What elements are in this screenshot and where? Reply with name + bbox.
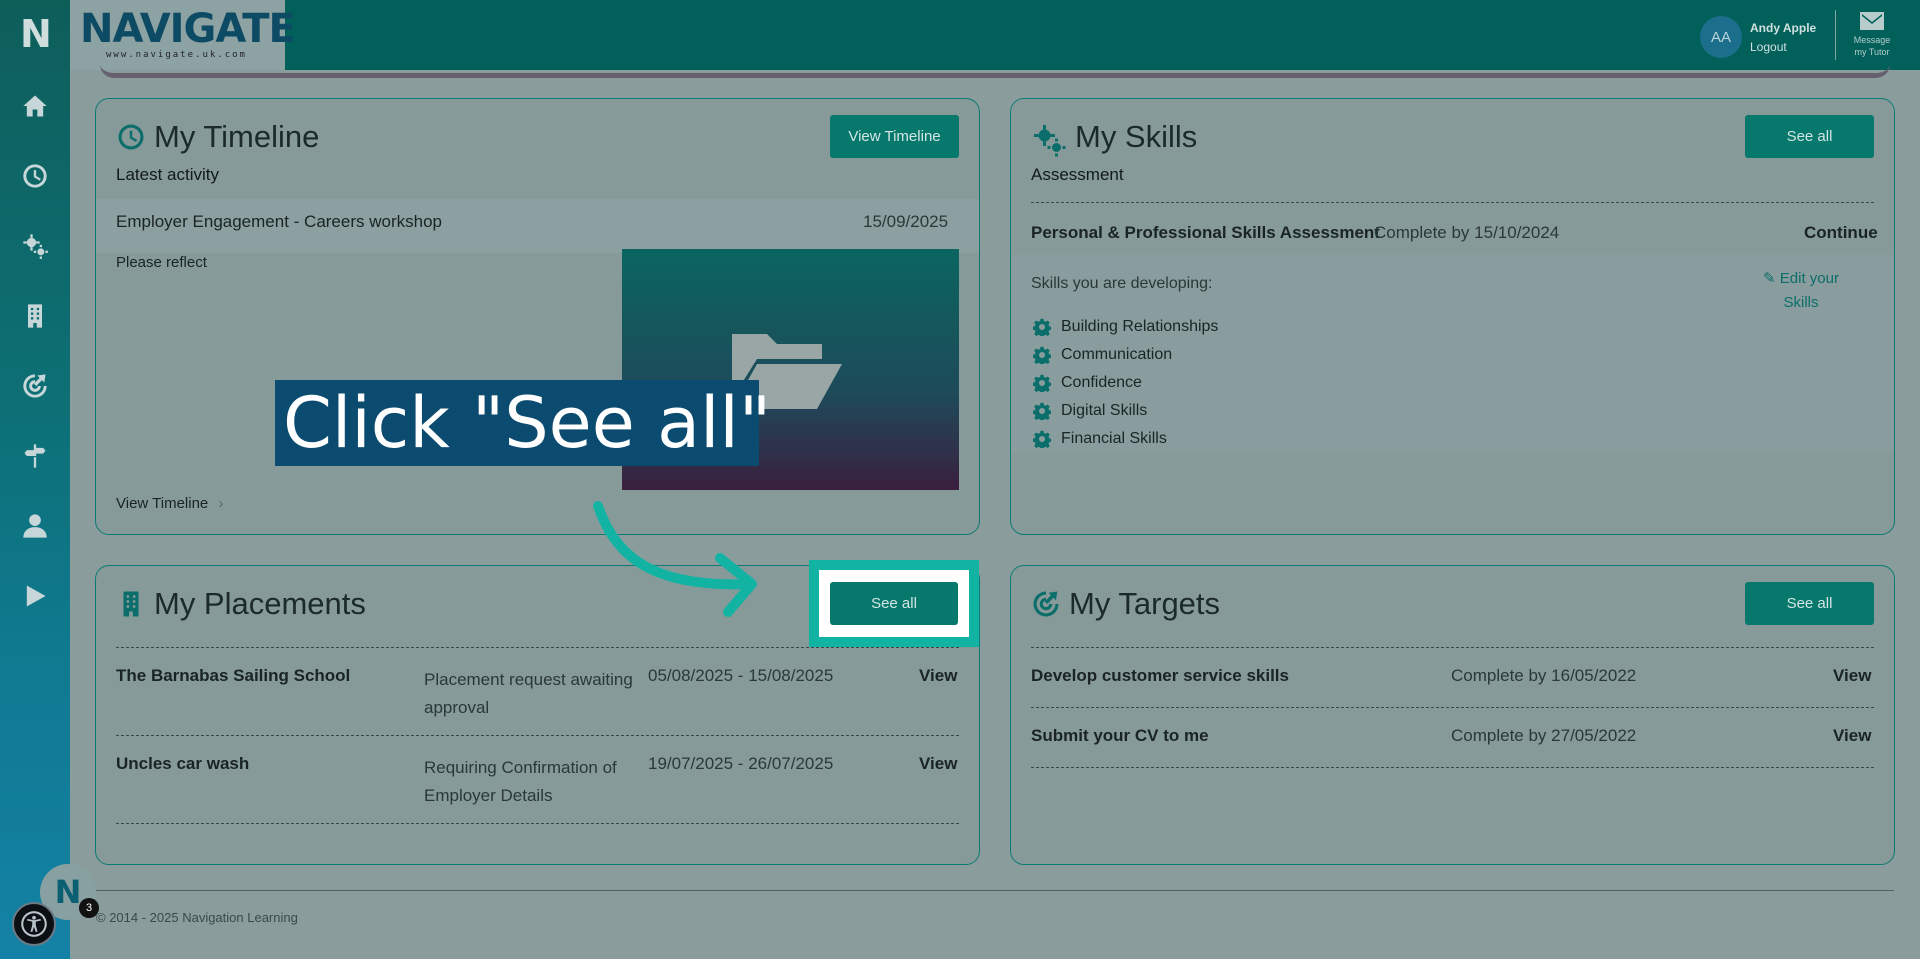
skills-see-all-button[interactable]: See all [1745,115,1874,158]
envelope-icon [1860,12,1884,30]
curved-arrow-icon [593,501,757,617]
target-icon [1031,589,1061,619]
skills-title: My Skills [1031,119,1197,157]
activity-date: 15/09/2025 [863,212,949,231]
gear-icon [1033,374,1051,392]
view-timeline-button[interactable]: View Timeline [830,115,959,158]
placement-view-link[interactable]: View [919,754,957,774]
sidebar-logo[interactable]: N [20,12,52,56]
placement-status: Placement request awaiting approval [424,670,633,717]
activity-title: Employer Engagement - Careers workshop [116,212,442,231]
skill-item: Digital Skills [1033,402,1147,420]
brand-wordmark: NAVIGATE [80,6,296,52]
skills-card: My Skills See all Assessment Personal & … [1010,98,1895,535]
footer-divider [96,890,1894,891]
accessibility-icon [21,911,47,937]
latest-activity-heading: Latest activity [116,165,219,184]
target-view-link[interactable]: View [1833,726,1871,746]
building-icon [116,589,146,619]
divider [116,647,959,648]
divider [1031,647,1874,648]
skill-item: Confidence [1033,374,1142,392]
divider [1031,767,1874,768]
brand-logo[interactable]: NAVIGATE www.navigate.uk.com [70,0,296,70]
placement-name: The Barnabas Sailing School [116,666,351,685]
divider [1031,202,1874,203]
message-tutor-button[interactable]: Message my Tutor [1850,12,1894,58]
gear-icon [1033,430,1051,448]
targets-see-all-button[interactable]: See all [1745,582,1874,625]
edit-icon: ✎ [1763,270,1780,287]
gear-icon [1033,402,1051,420]
target-icon[interactable] [17,368,53,404]
chevron-right-icon: › [218,495,224,512]
accessibility-button[interactable] [12,902,56,946]
skills-developing-panel: Skills you are developing: ✎ Edit your S… [1011,255,1894,453]
building-icon[interactable] [17,298,53,334]
target-view-link[interactable]: View [1833,666,1871,686]
skill-item: Building Relationships [1033,318,1218,336]
skill-item: Communication [1033,346,1172,364]
copyright: © 2014 - 2025 Navigation Learning [96,910,298,925]
gears-icon [1031,122,1067,157]
edit-skills-link[interactable]: ✎ Edit your Skills [1751,267,1851,315]
placements-see-all-button[interactable]: See all [830,582,958,625]
clock-icon [116,122,146,152]
gear-icon [1033,318,1051,336]
notification-badge: 3 [79,898,99,918]
activity-note: Please reflect [116,254,207,271]
header-divider [1835,10,1836,60]
placement-view-link[interactable]: View [919,666,957,686]
clock-icon[interactable] [17,158,53,194]
placement-dates: 19/07/2025 - 26/07/2025 [648,754,834,773]
activity-row[interactable]: Employer Engagement - Careers workshop 1… [96,199,979,253]
avatar[interactable]: AA [1700,16,1742,58]
skill-item: Financial Skills [1033,430,1167,448]
gears-icon[interactable] [17,228,53,264]
assessment-heading: Assessment [1031,165,1124,184]
divider [116,823,959,824]
view-timeline-link[interactable]: View Timeline › [116,495,223,512]
targets-title: My Targets [1031,586,1220,622]
user-name: Andy Apple [1750,20,1817,35]
play-icon[interactable] [17,578,53,614]
home-icon[interactable] [17,88,53,124]
brand-url: www.navigate.uk.com [106,50,247,60]
targets-card: My Targets See all Develop customer serv… [1010,565,1895,865]
target-name: Develop customer service skills [1031,666,1289,685]
placements-title: My Placements [116,586,366,622]
divider [1031,707,1874,708]
user-icon[interactable] [17,508,53,544]
placement-status: Requiring Confirmation of Employer Detai… [424,758,617,805]
sidebar: N [0,0,70,959]
timeline-title: My Timeline [116,119,319,155]
target-name: Submit your CV to me [1031,726,1209,745]
gear-icon [1033,346,1051,364]
assessment-name: Personal & Professional Skills Assessmen… [1031,223,1380,242]
target-due: Complete by 27/05/2022 [1451,726,1637,745]
signpost-icon[interactable] [17,438,53,474]
target-due: Complete by 16/05/2022 [1451,666,1637,685]
skills-developing-label: Skills you are developing: [1031,275,1213,292]
divider [116,735,959,736]
placement-name: Uncles car wash [116,754,250,773]
logout-link[interactable]: Logout [1750,40,1816,54]
user-menu[interactable]: AA Andy Apple Logout [1700,16,1816,58]
placement-dates: 05/08/2025 - 15/08/2025 [648,666,834,685]
timeline-card: My Timeline View Timeline Latest activit… [95,98,980,535]
assessment-due: Complete by 15/10/2024 [1374,223,1560,242]
message-tutor-label: Message my Tutor [1853,35,1891,57]
top-banner-edge [100,64,1890,78]
instruction-callout: Click "See all" [275,380,771,466]
top-header: NAVIGATE www.navigate.uk.com AA Andy App… [70,0,1920,70]
assessment-continue-link[interactable]: Continue [1804,223,1878,243]
